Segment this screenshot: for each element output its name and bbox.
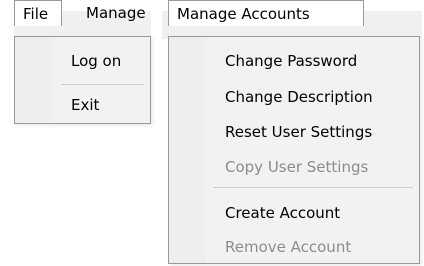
menu-item-reset-user-settings[interactable]: Reset User Settings [169, 119, 419, 145]
file-dropdown: Log on Exit [14, 36, 151, 124]
menu-manage-accounts[interactable]: Manage Accounts [168, 0, 364, 26]
menu-item-log-on-label: Log on [71, 52, 122, 70]
menu-item-change-description-label: Change Description [225, 88, 373, 106]
menu-file[interactable]: File [14, 0, 62, 26]
menu-item-remove-account[interactable]: Remove Account [169, 234, 419, 260]
menu-item-change-password-label: Change Password [225, 52, 358, 70]
menu-item-change-description[interactable]: Change Description [169, 84, 419, 110]
menu-separator [213, 187, 413, 188]
menu-item-copy-user-settings[interactable]: Copy User Settings [169, 154, 419, 180]
menu-item-exit[interactable]: Exit [15, 92, 150, 118]
menu-item-log-on[interactable]: Log on [15, 48, 150, 74]
menu-item-copy-user-settings-label: Copy User Settings [225, 158, 369, 176]
menu-item-change-password[interactable]: Change Password [169, 48, 419, 74]
menu-item-remove-account-label: Remove Account [225, 238, 352, 256]
menu-manage[interactable]: Manage [74, 0, 151, 28]
menu-item-create-account[interactable]: Create Account [169, 200, 419, 226]
menu-file-label: File [23, 5, 49, 23]
menu-manage-label: Manage [86, 4, 146, 22]
menu-separator [61, 84, 144, 85]
menu-item-reset-user-settings-label: Reset User Settings [225, 123, 373, 141]
manage-accounts-dropdown: Change Password Change Description Reset… [168, 36, 420, 264]
menu-manage-accounts-label: Manage Accounts [177, 5, 310, 23]
menu-item-exit-label: Exit [71, 96, 100, 114]
menu-item-create-account-label: Create Account [225, 204, 341, 222]
